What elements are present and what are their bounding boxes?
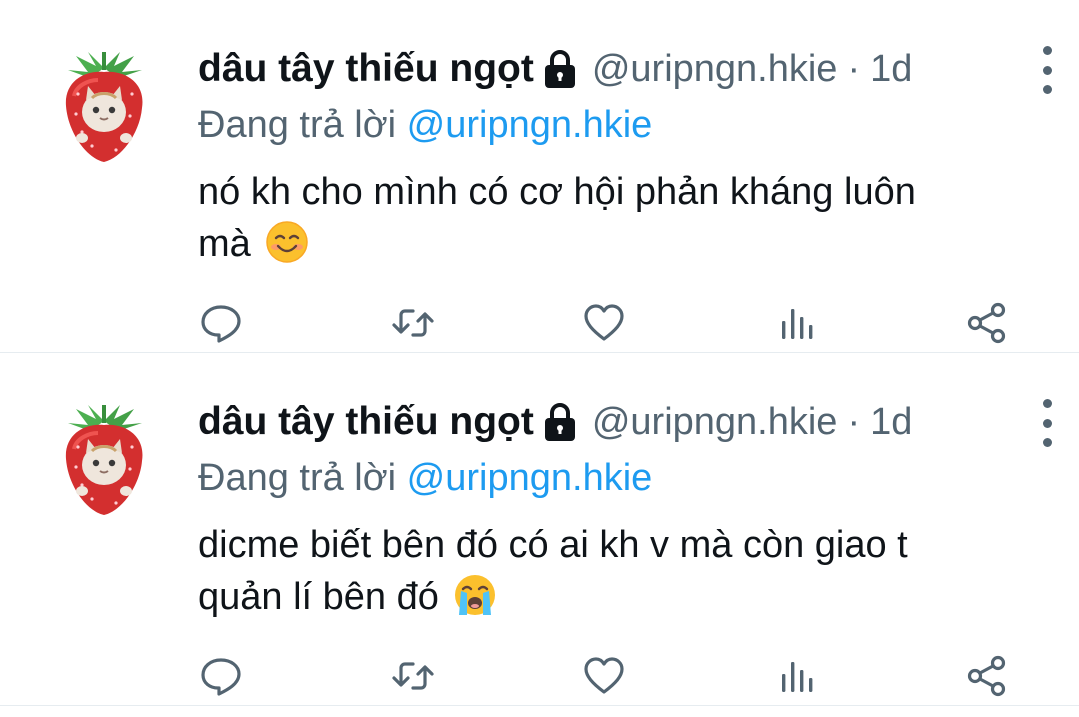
tweet[interactable]: dâu tây thiếu ngọt @uripngn.hkie · 1d Đa…: [0, 353, 1079, 705]
reply-mention-link[interactable]: @uripngn.hkie: [407, 457, 653, 499]
tweet-text-line: dicme biết bên đó có ai kh v mà còn giao…: [198, 524, 908, 566]
share-icon: [967, 302, 1006, 344]
user-handle[interactable]: @uripngn.hkie: [592, 401, 838, 444]
timestamp[interactable]: 1d: [870, 401, 912, 444]
retweet-button[interactable]: [390, 300, 436, 346]
tweet-content: dâu tây thiếu ngọt @uripngn.hkie · 1d Đa…: [198, 40, 1052, 270]
replying-to-label: Đang trả lời: [198, 104, 397, 146]
like-icon: [584, 304, 624, 341]
tweet-text-line: nó kh cho mình có cơ hội phản kháng luôn: [198, 171, 916, 213]
user-handle[interactable]: @uripngn.hkie: [592, 48, 838, 91]
like-icon: [584, 657, 624, 694]
action-bar: [198, 300, 1010, 346]
share-button[interactable]: [964, 653, 1010, 699]
tweet[interactable]: dâu tây thiếu ngọt @uripngn.hkie · 1d Đa…: [0, 0, 1079, 352]
reply-icon: [201, 658, 241, 696]
analytics-icon: [781, 309, 812, 339]
replying-to: Đang trả lời @uripngn.hkie: [198, 100, 1029, 150]
more-options-icon[interactable]: [1035, 399, 1059, 447]
display-name[interactable]: dâu tây thiếu ngọt: [198, 400, 534, 444]
analytics-button[interactable]: [773, 653, 819, 699]
timestamp[interactable]: 1d: [870, 48, 912, 91]
tweet-text: dicme biết bên đó có ai kh v mà còn giao…: [198, 519, 1029, 623]
avatar[interactable]: [58, 46, 150, 164]
lock-icon: [542, 48, 578, 90]
display-name[interactable]: dâu tây thiếu ngọt: [198, 47, 534, 91]
retweet-icon: [391, 309, 434, 337]
action-bar: [198, 653, 1010, 699]
replying-to: Đang trả lời @uripngn.hkie: [198, 453, 1029, 503]
analytics-button[interactable]: [773, 300, 819, 346]
reply-icon: [201, 305, 241, 343]
loudly-crying-face-icon: [453, 573, 497, 617]
timeline: dâu tây thiếu ngọt @uripngn.hkie · 1d Đa…: [0, 0, 1079, 706]
share-button[interactable]: [964, 300, 1010, 346]
replying-to-label: Đang trả lời: [198, 457, 397, 499]
tweet-header: dâu tây thiếu ngọt @uripngn.hkie · 1d: [198, 393, 1052, 451]
separator: ·: [847, 47, 861, 90]
lock-icon: [542, 401, 578, 443]
tweet-text-line: quản lí bên đó: [198, 576, 439, 618]
tweet-text-line: mà: [198, 223, 251, 265]
share-icon: [967, 655, 1006, 697]
more-options-icon[interactable]: [1035, 46, 1059, 94]
like-button[interactable]: [581, 300, 627, 346]
reply-mention-link[interactable]: @uripngn.hkie: [407, 104, 653, 146]
like-button[interactable]: [581, 653, 627, 699]
reply-button[interactable]: [198, 300, 244, 346]
retweet-button[interactable]: [390, 653, 436, 699]
tweet-content: dâu tây thiếu ngọt @uripngn.hkie · 1d Đa…: [198, 393, 1052, 623]
reply-button[interactable]: [198, 653, 244, 699]
tweet-divider: [0, 705, 1079, 706]
separator: ·: [847, 400, 861, 443]
retweet-icon: [391, 662, 434, 690]
smiling-face-icon: [265, 220, 309, 264]
analytics-icon: [781, 662, 812, 692]
avatar[interactable]: [58, 399, 150, 517]
tweet-text: nó kh cho mình có cơ hội phản kháng luôn…: [198, 166, 1029, 270]
tweet-header: dâu tây thiếu ngọt @uripngn.hkie · 1d: [198, 40, 1052, 98]
